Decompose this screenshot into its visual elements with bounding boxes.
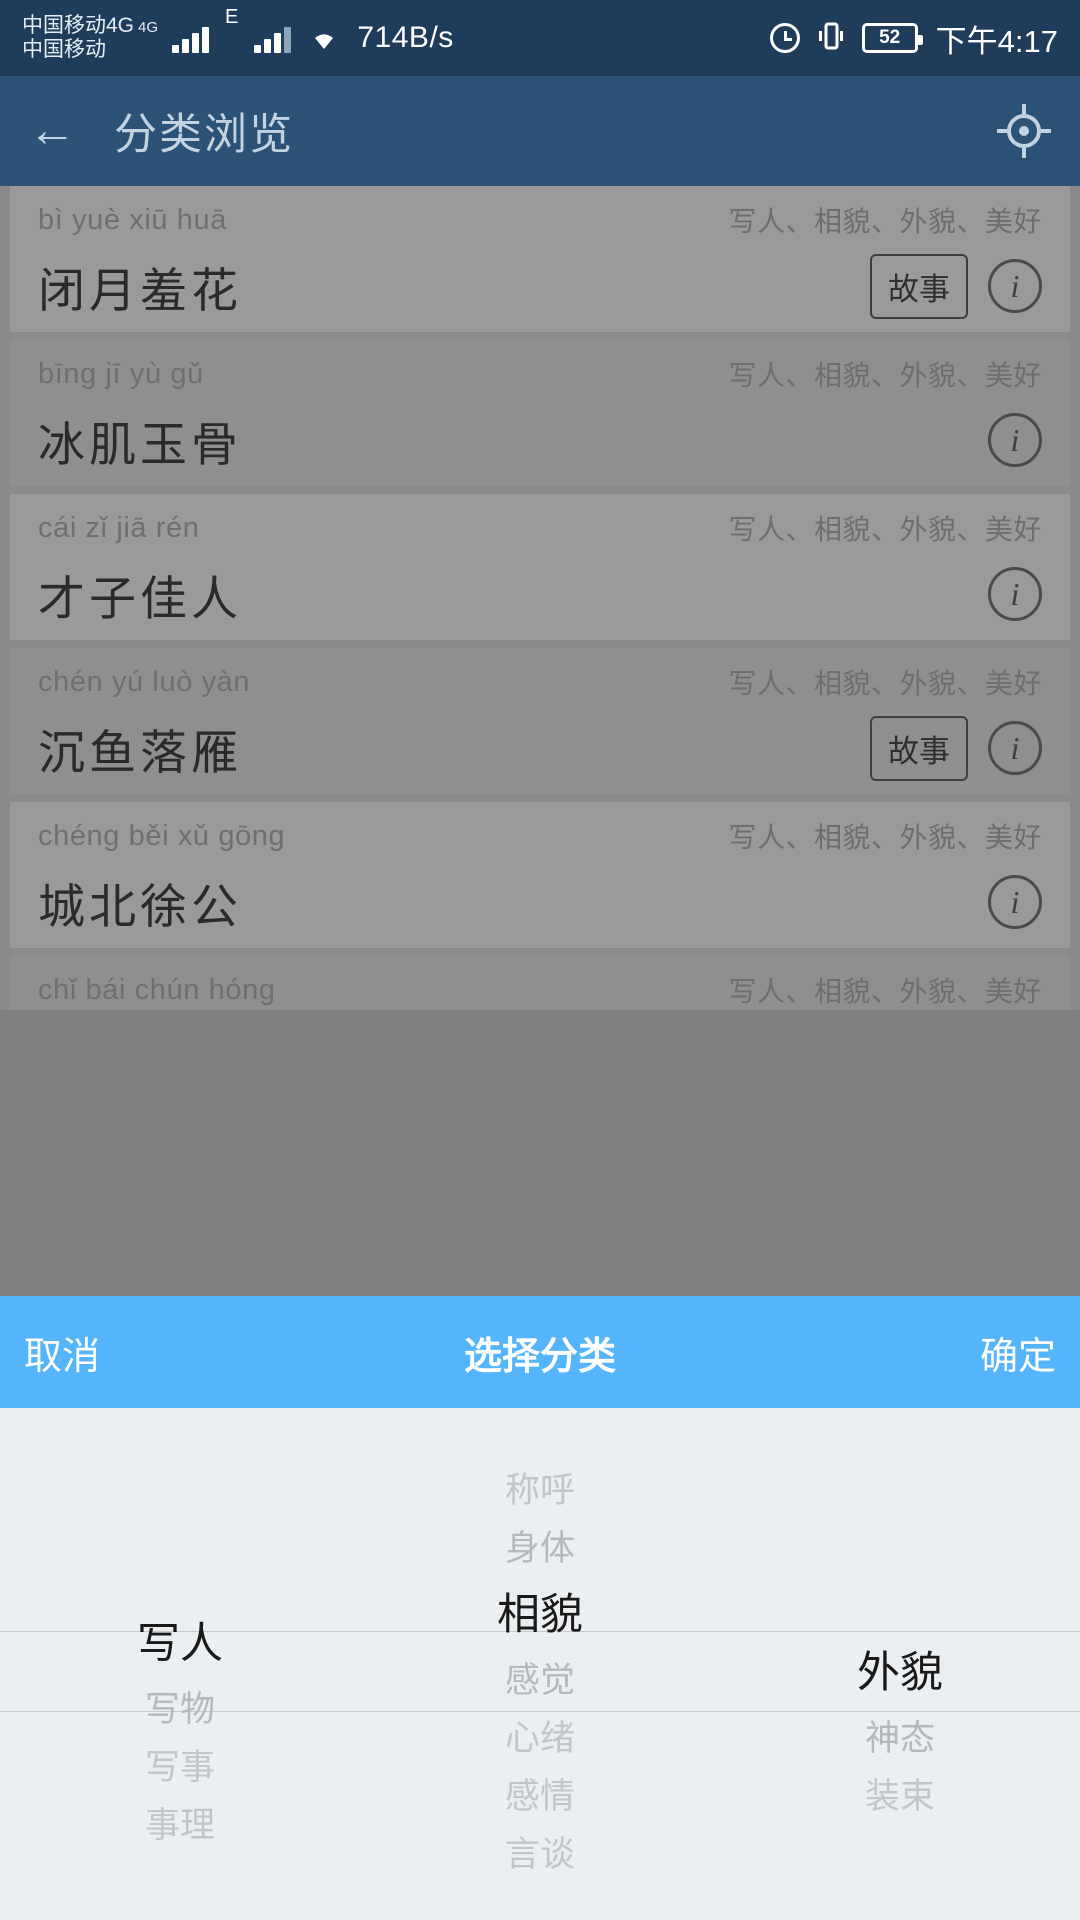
- category-picker-sheet: 取消 选择分类 确定 写人 写物 写事 事理 称呼 身体 相貌 感觉 心绪 感情…: [0, 1296, 1080, 1920]
- carrier-info: 中国移动4G 4G 中国移动: [22, 14, 158, 61]
- cancel-button[interactable]: 取消: [24, 1325, 100, 1380]
- vibrate-icon: [818, 21, 844, 55]
- item-pinyin: bīng jī yù gǔ: [38, 357, 204, 390]
- info-icon[interactable]: i: [988, 413, 1042, 467]
- wifi-icon: [307, 25, 341, 51]
- wheel-option[interactable]: 感觉: [505, 1652, 575, 1710]
- list-item-header: chéng běi xǔ gōng 写人、相貌、外貌、美好: [38, 802, 1042, 856]
- item-actions: 故事 i: [870, 715, 1042, 781]
- wheel-option[interactable]: 感情: [505, 1768, 575, 1826]
- list-item[interactable]: chǐ bái chún hóng 写人、相貌、外貌、美好: [10, 956, 1070, 1010]
- signal-strength-icon-1: [172, 23, 210, 53]
- idiom-list[interactable]: bì yuè xiū huā 写人、相貌、外貌、美好 闭月羞花 故事 i bīn…: [0, 186, 1080, 1010]
- app-bar: ← 分类浏览: [0, 76, 1080, 186]
- item-actions: i: [988, 875, 1042, 929]
- list-item-header: chǐ bái chún hóng 写人、相貌、外貌、美好: [38, 956, 1042, 1010]
- category-level-3-wheel[interactable]: 外貌 神态 装束: [720, 1426, 1080, 1920]
- list-item-header: bīng jī yù gǔ 写人、相貌、外貌、美好: [38, 340, 1042, 394]
- item-tags: 写人、相貌、外貌、美好: [728, 976, 1042, 1007]
- wheel-option[interactable]: 写事: [145, 1739, 215, 1797]
- category-level-1-wheel[interactable]: 写人 写物 写事 事理: [0, 1426, 360, 1920]
- wheel-option[interactable]: 言谈: [505, 1826, 575, 1884]
- list-item[interactable]: chéng běi xǔ gōng 写人、相貌、外貌、美好 城北徐公 i: [10, 802, 1070, 948]
- info-icon[interactable]: i: [988, 259, 1042, 313]
- item-actions: i: [988, 567, 1042, 621]
- confirm-button[interactable]: 确定: [980, 1325, 1056, 1380]
- signal-strength-icon-2: [254, 23, 292, 53]
- wheel-option[interactable]: 心绪: [505, 1710, 575, 1768]
- item-actions: 故事 i: [870, 253, 1042, 319]
- list-item-body: 才子佳人 i: [38, 548, 1042, 640]
- item-idiom: 闭月羞花: [38, 263, 242, 317]
- list-item[interactable]: cái zǐ jiā rén 写人、相貌、外貌、美好 才子佳人 i: [10, 494, 1070, 640]
- back-icon[interactable]: ←: [28, 107, 92, 155]
- list-item-body: 城北徐公 i: [38, 856, 1042, 948]
- list-item-body: 闭月羞花 故事 i: [38, 240, 1042, 332]
- item-pinyin: cái zǐ jiā rén: [38, 511, 200, 544]
- list-item[interactable]: chén yú luò yàn 写人、相貌、外貌、美好 沉鱼落雁 故事 i: [10, 648, 1070, 794]
- carrier-network-sup: 4G: [138, 19, 159, 37]
- item-pinyin: chǐ bái chún hóng: [38, 973, 276, 1006]
- list-item-body: 冰肌玉骨 i: [38, 394, 1042, 486]
- story-button[interactable]: 故事: [870, 253, 968, 319]
- info-icon[interactable]: i: [988, 567, 1042, 621]
- page-title: 分类浏览: [114, 111, 294, 159]
- item-pinyin: chéng běi xǔ gōng: [38, 819, 286, 852]
- wheel-option[interactable]: 称呼: [505, 1462, 575, 1520]
- picker-title: 选择分类: [463, 1335, 616, 1378]
- carrier-name-primary: 中国移动4G: [22, 14, 135, 38]
- item-tags: 写人、相貌、外貌、美好: [728, 206, 1042, 237]
- wheel-option[interactable]: 写物: [145, 1681, 215, 1739]
- list-item-header: bì yuè xiū huā 写人、相貌、外貌、美好: [38, 186, 1042, 240]
- story-button[interactable]: 故事: [870, 715, 968, 781]
- wheel-option[interactable]: 神态: [865, 1710, 935, 1768]
- app-root: 中国移动4G 4G 中国移动 E 714B/s 52 下午4:17 ← 分类浏览…: [0, 0, 1080, 1920]
- list-item[interactable]: bì yuè xiū huā 写人、相貌、外貌、美好 闭月羞花 故事 i: [10, 186, 1070, 332]
- wheel-selected-option[interactable]: 相貌: [497, 1578, 583, 1652]
- list-item-header: cái zǐ jiā rén 写人、相貌、外貌、美好: [38, 494, 1042, 548]
- item-idiom: 城北徐公: [38, 879, 242, 933]
- item-idiom: 才子佳人: [38, 571, 242, 625]
- item-idiom: 冰肌玉骨: [38, 417, 242, 471]
- category-level-2-wheel[interactable]: 称呼 身体 相貌 感觉 心绪 感情 言谈: [360, 1426, 720, 1920]
- clock-label: 下午4:17: [935, 23, 1058, 59]
- list-item-header: chén yú luò yàn 写人、相貌、外貌、美好: [38, 648, 1042, 702]
- carrier-name-secondary: 中国移动: [22, 38, 106, 61]
- item-tags: 写人、相貌、外貌、美好: [728, 360, 1042, 391]
- info-icon[interactable]: i: [988, 875, 1042, 929]
- list-item-body: 沉鱼落雁 故事 i: [38, 702, 1042, 794]
- wheel-option[interactable]: 身体: [505, 1520, 575, 1578]
- battery-icon: 52: [861, 23, 923, 53]
- info-icon[interactable]: i: [988, 721, 1042, 775]
- picker-wheels: 写人 写物 写事 事理 称呼 身体 相貌 感觉 心绪 感情 言谈 外貌 神态 装…: [0, 1408, 1080, 1920]
- picker-toolbar: 取消 选择分类 确定: [0, 1296, 1080, 1408]
- item-tags: 写人、相貌、外貌、美好: [728, 668, 1042, 699]
- alarm-clock-icon: [769, 23, 800, 53]
- status-bar-right: 52 下午4:17: [769, 16, 1058, 61]
- wheel-option[interactable]: 事理: [145, 1797, 215, 1855]
- item-pinyin: bì yuè xiū huā: [38, 203, 227, 236]
- wheel-selected-option[interactable]: 外貌: [857, 1636, 943, 1710]
- battery-level-label: 52: [879, 27, 901, 48]
- item-tags: 写人、相貌、外貌、美好: [728, 514, 1042, 545]
- list-item[interactable]: bīng jī yù gǔ 写人、相貌、外貌、美好 冰肌玉骨 i: [10, 340, 1070, 486]
- item-actions: i: [988, 413, 1042, 467]
- network-speed-label: 714B/s: [357, 21, 454, 54]
- wheel-option[interactable]: 装束: [865, 1768, 935, 1826]
- wheel-selected-option[interactable]: 写人: [137, 1607, 223, 1681]
- item-tags: 写人、相貌、外貌、美好: [728, 822, 1042, 853]
- status-bar: 中国移动4G 4G 中国移动 E 714B/s 52 下午4:17: [0, 0, 1080, 76]
- network-type-label: E: [225, 6, 239, 28]
- locate-icon[interactable]: [996, 103, 1052, 159]
- item-idiom: 沉鱼落雁: [38, 725, 242, 779]
- item-pinyin: chén yú luò yàn: [38, 665, 251, 698]
